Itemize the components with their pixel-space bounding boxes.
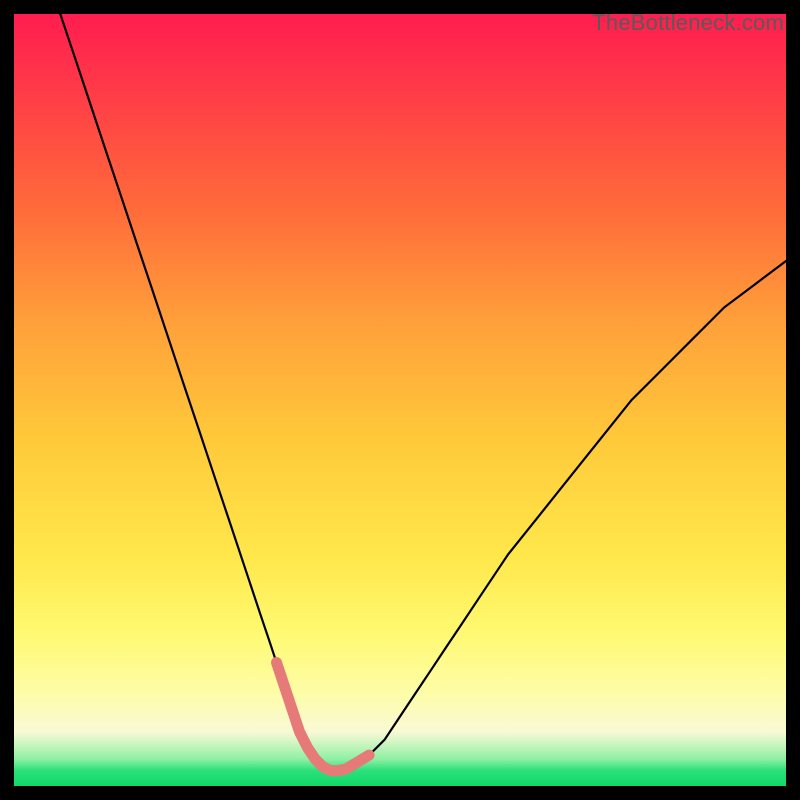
chart-frame (14, 14, 786, 786)
watermark-text: TheBottleneck.com (592, 10, 784, 36)
chart-svg (14, 14, 786, 786)
optimal-range-highlight (277, 663, 370, 771)
bottleneck-curve (60, 14, 786, 771)
